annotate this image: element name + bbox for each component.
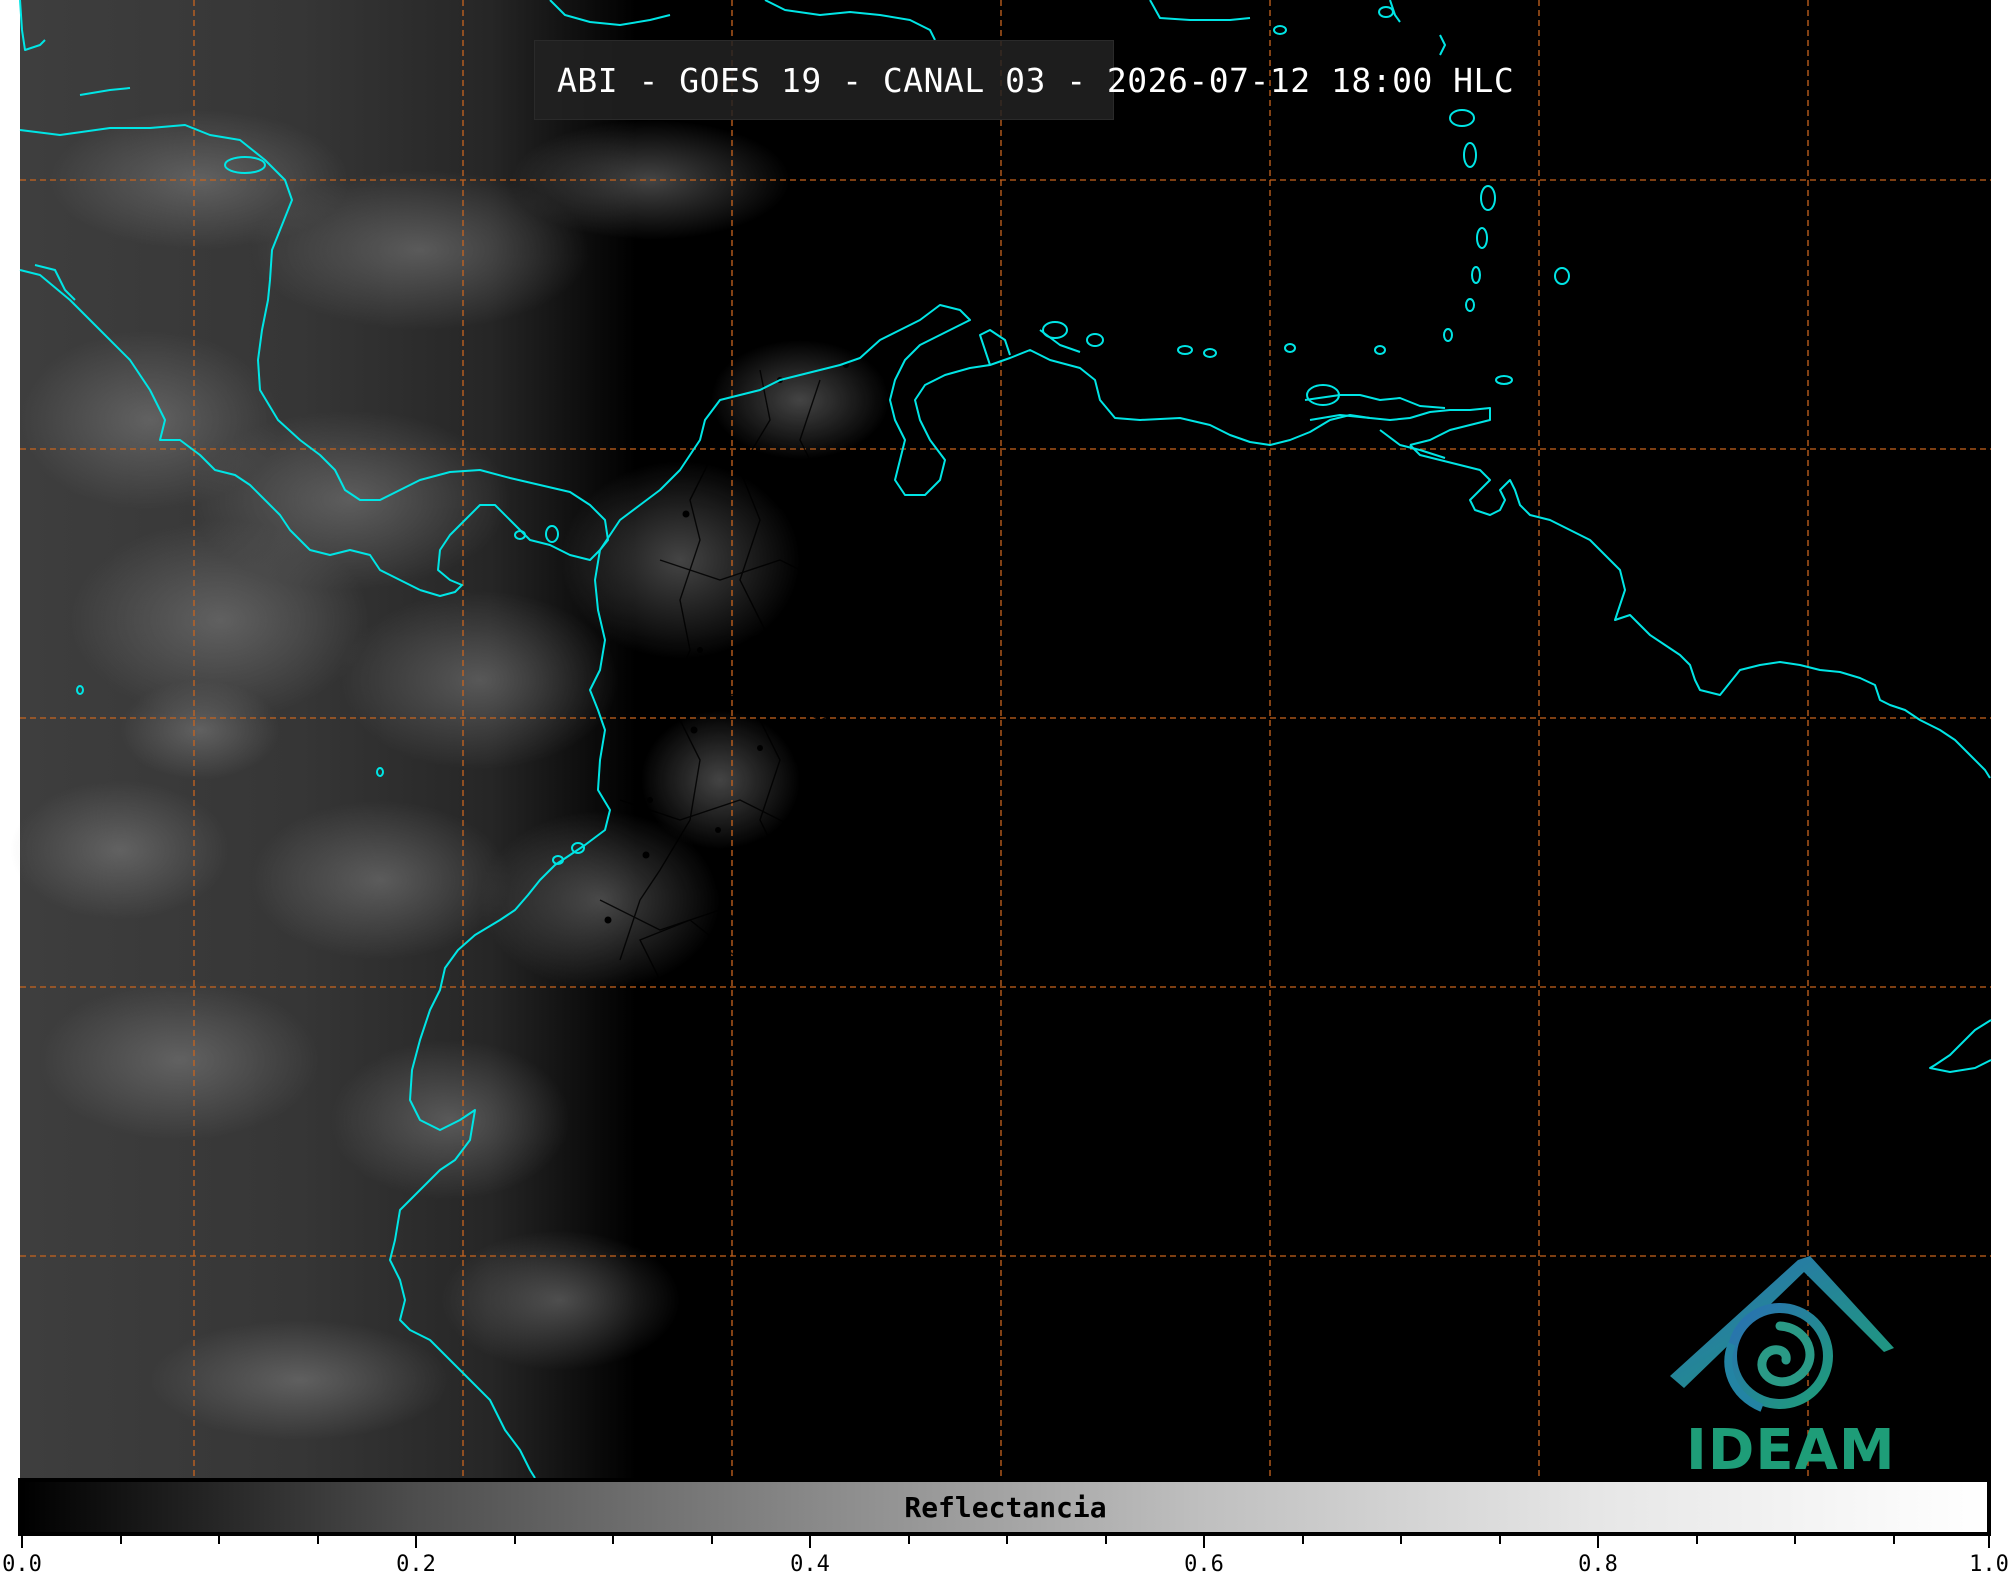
colorbar-tick-label: 0.2 (396, 1552, 436, 1577)
colorbar-ticks (21, 1536, 1990, 1548)
colorbar-tick-label: 0.6 (1184, 1552, 1224, 1577)
colorbar-tick-label: 0.4 (790, 1552, 830, 1577)
map-title: ABI - GOES 19 - CANAL 03 - 2026-07-12 18… (557, 60, 1515, 100)
title-panel: ABI - GOES 19 - CANAL 03 - 2026-07-12 18… (534, 40, 1514, 120)
logo-text: IDEAM (1686, 1418, 1896, 1483)
satellite-map (10, 0, 1992, 1548)
colorbar-tick-label: 0.0 (2, 1552, 42, 1577)
colorbar-tick-label: 0.8 (1578, 1552, 1618, 1577)
colorbar (18, 1478, 1991, 1536)
colorbar-tick-label: 1.0 (1969, 1552, 2009, 1577)
